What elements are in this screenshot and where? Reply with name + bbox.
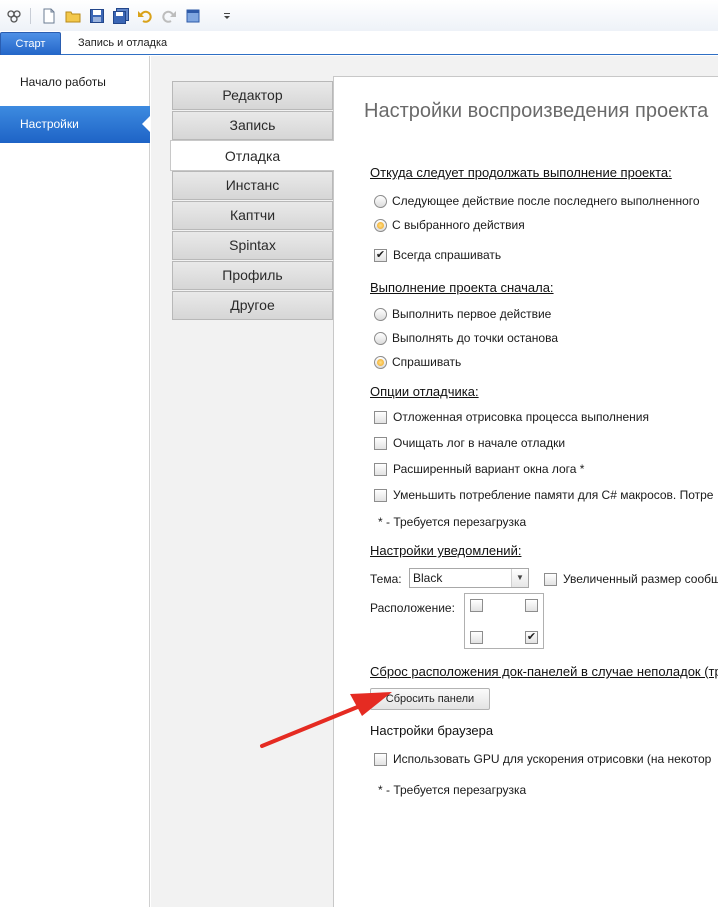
save-all-icon[interactable]: [113, 7, 129, 24]
restart-note: * - Требуется перезагрузка: [378, 515, 527, 529]
continue-heading: Откуда следует продолжать выполнение про…: [370, 165, 672, 180]
restart-note: * - Требуется перезагрузка: [378, 783, 527, 797]
radio-button[interactable]: [374, 355, 387, 369]
checkbox-always-ask[interactable]: ✔ Всегда спрашивать: [374, 247, 501, 263]
reset-panels-button[interactable]: Сбросить панели: [370, 688, 490, 710]
undo-icon[interactable]: [137, 8, 153, 24]
checkbox-large-size[interactable]: Увеличенный размер сообщ: [544, 571, 718, 587]
theme-select[interactable]: Black ▼: [409, 568, 529, 588]
position-grid: ✔: [464, 593, 544, 649]
tab-recording[interactable]: Запись: [172, 111, 333, 140]
checkbox-reduce-memory[interactable]: Уменьшить потребление памяти для C# макр…: [374, 487, 713, 503]
checkbox-label: Всегда спрашивать: [393, 248, 502, 262]
browser-heading: Настройки браузера: [370, 723, 494, 738]
customize-dropdown-icon[interactable]: [219, 8, 235, 24]
logo-icon[interactable]: [6, 8, 22, 24]
radio-next-action[interactable]: Следующее действие после последнего выпо…: [374, 193, 700, 209]
checkbox-label: Очищать лог в начале отладки: [393, 436, 566, 450]
ribbon-tab-bar: Старт Запись и отладка: [0, 31, 718, 55]
radio-label: Спрашивать: [392, 355, 462, 369]
sidebar: Начало работы Настройки: [0, 56, 150, 907]
radio-selected-action[interactable]: С выбранного действия: [374, 217, 525, 233]
tab-other[interactable]: Другое: [172, 291, 333, 320]
checkbox-label: Расширенный вариант окна лога *: [393, 462, 585, 476]
checkbox-clear-log[interactable]: Очищать лог в начале отладки: [374, 435, 565, 451]
checkbox[interactable]: [374, 436, 387, 450]
tab-spintax[interactable]: Spintax: [172, 231, 333, 260]
radio-label: С выбранного действия: [392, 218, 525, 232]
tab-instance[interactable]: Инстанс: [172, 171, 333, 200]
tab-captcha[interactable]: Каптчи: [172, 201, 333, 230]
tab-start[interactable]: Старт: [0, 32, 61, 55]
radio-button[interactable]: [374, 218, 387, 232]
redo-icon[interactable]: [161, 8, 177, 24]
radio-label: Выполнить первое действие: [392, 307, 552, 321]
tab-debugging[interactable]: Отладка: [170, 140, 334, 171]
radio-label: Следующее действие после последнего выпо…: [392, 194, 700, 208]
checkbox[interactable]: [544, 572, 557, 586]
theme-label: Тема:: [370, 572, 402, 586]
toolbar-separator: [30, 7, 31, 24]
position-top-left-checkbox[interactable]: [470, 599, 483, 612]
checkbox-label: Использовать GPU для ускорения отрисовки…: [393, 752, 712, 766]
checkbox[interactable]: [374, 462, 387, 476]
reset-heading: Сброс расположения док-панелей в случае …: [370, 664, 718, 679]
checkbox-extended-log[interactable]: Расширенный вариант окна лога *: [374, 461, 584, 477]
checkbox-gpu[interactable]: Использовать GPU для ускорения отрисовки…: [374, 751, 711, 767]
page-title: Настройки воспроизведения проекта: [364, 100, 709, 122]
sidebar-item-getting-started[interactable]: Начало работы: [0, 64, 150, 101]
debugger-heading: Опции отладчика:: [370, 384, 479, 399]
checkbox-label: Отложенная отрисовка процесса выполнения: [393, 410, 649, 424]
radio-button[interactable]: [374, 331, 387, 345]
position-bottom-right-checkbox[interactable]: ✔: [525, 631, 538, 644]
start-heading: Выполнение проекта сначала:: [370, 280, 554, 295]
radio-first-action[interactable]: Выполнить первое действие: [374, 306, 551, 322]
radio-label: Выполнять до точки останова: [392, 331, 558, 345]
quick-access-toolbar: [0, 0, 718, 31]
tab-editor[interactable]: Редактор: [172, 81, 333, 110]
save-icon[interactable]: [89, 8, 105, 24]
open-folder-icon[interactable]: [65, 8, 81, 24]
tab-profile[interactable]: Профиль: [172, 261, 333, 290]
radio-ask[interactable]: Спрашивать: [374, 354, 461, 370]
checkmark-icon[interactable]: ✔: [374, 248, 387, 262]
notify-heading: Настройки уведомлений:: [370, 543, 522, 558]
checkbox[interactable]: [374, 410, 387, 424]
checkbox-deferred-render[interactable]: Отложенная отрисовка процесса выполнения: [374, 409, 649, 425]
radio-button[interactable]: [374, 307, 387, 321]
window-icon[interactable]: [185, 8, 201, 24]
chevron-down-icon[interactable]: ▼: [511, 569, 528, 587]
position-label: Расположение:: [370, 601, 455, 615]
settings-panel: Настройки воспроизведения проекта Откуда…: [333, 76, 718, 907]
radio-button[interactable]: [374, 194, 387, 208]
radio-until-breakpoint[interactable]: Выполнять до точки останова: [374, 330, 558, 346]
checkbox[interactable]: [374, 752, 387, 766]
checkbox[interactable]: [374, 488, 387, 502]
theme-value: Black: [413, 571, 443, 585]
tab-record-debug[interactable]: Запись и отладка: [64, 32, 181, 55]
position-bottom-left-checkbox[interactable]: [470, 631, 483, 644]
sidebar-item-settings[interactable]: Настройки: [0, 106, 150, 143]
new-file-icon[interactable]: [41, 8, 57, 24]
checkbox-label: Увеличенный размер сообщ: [563, 572, 718, 586]
checkbox-label: Уменьшить потребление памяти для C# макр…: [393, 488, 714, 502]
position-top-right-checkbox[interactable]: [525, 599, 538, 612]
